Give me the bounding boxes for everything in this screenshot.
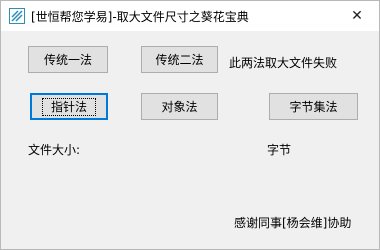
bytes-collection-button[interactable]: 字节集法 [269, 93, 358, 120]
object-method-button[interactable]: 对象法 [141, 93, 218, 120]
pointer-method-button[interactable]: 指针法 [30, 93, 108, 120]
pointer-method-label: 指针法 [41, 97, 96, 116]
close-icon: ✕ [351, 8, 363, 24]
close-button[interactable]: ✕ [335, 1, 379, 31]
method2-button[interactable]: 传统二法 [141, 46, 218, 73]
title-bar[interactable]: [世恒帮您学易]-取大文件尺寸之葵花宝典 ✕ [1, 1, 379, 31]
method1-button[interactable]: 传统一法 [28, 46, 108, 73]
bytes-unit-label: 字节 [267, 143, 292, 157]
failure-note-label: 此两法取大文件失败 [229, 56, 338, 70]
window-title: [世恒帮您学易]-取大文件尺寸之葵花宝典 [31, 10, 249, 24]
thanks-label: 感谢同事[杨会维]协助 [234, 216, 352, 230]
client-area: 传统一法 传统二法 此两法取大文件失败 指针法 对象法 字节集法 文件大小: 字… [1, 31, 379, 249]
app-window: [世恒帮您学易]-取大文件尺寸之葵花宝典 ✕ 传统一法 传统二法 此两法取大文件… [0, 0, 380, 250]
app-icon [9, 8, 25, 24]
file-size-label: 文件大小: [28, 143, 81, 157]
